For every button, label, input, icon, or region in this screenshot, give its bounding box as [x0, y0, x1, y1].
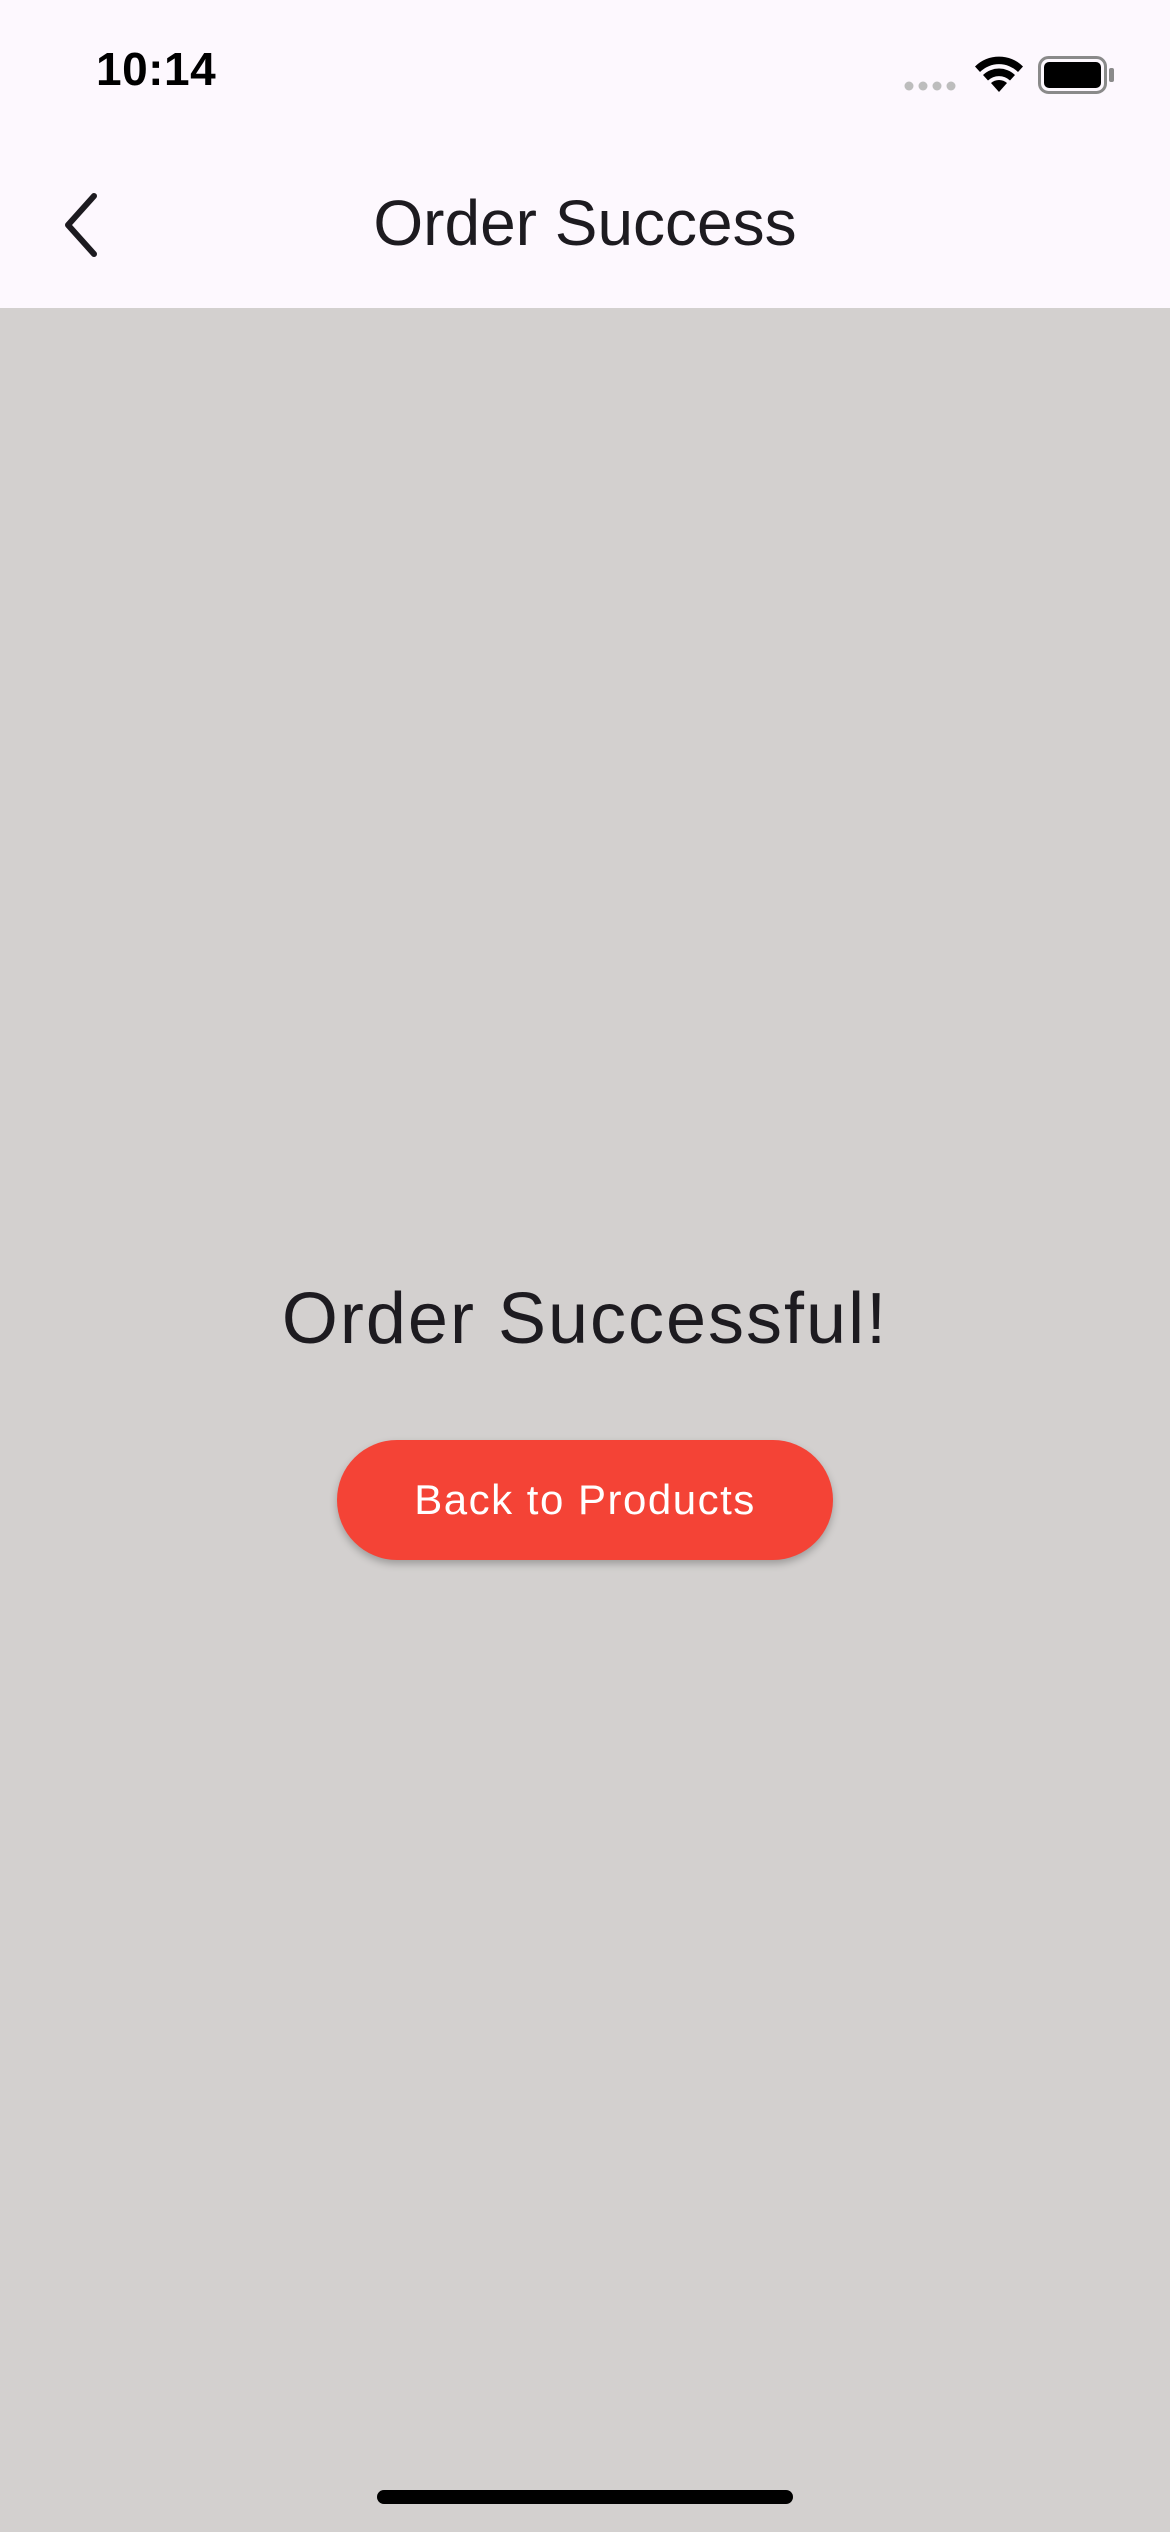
main-content: Order Successful! Back to Products — [0, 308, 1170, 2532]
status-bar: 10:14 — [0, 0, 1170, 150]
order-success-screen: 10:14 Order Success Order Successful! Ba… — [0, 0, 1170, 2532]
wifi-icon — [975, 56, 1023, 92]
home-indicator[interactable] — [377, 2490, 793, 2504]
success-message: Order Successful! — [281, 1279, 889, 1359]
status-time: 10:14 — [96, 43, 217, 95]
battery-icon — [1038, 56, 1114, 94]
back-to-products-button[interactable]: Back to Products — [337, 1440, 833, 1560]
page-title: Order Success — [373, 187, 797, 259]
app-bar: Order Success — [0, 150, 1170, 308]
cellular-signal-icon — [904, 81, 956, 91]
